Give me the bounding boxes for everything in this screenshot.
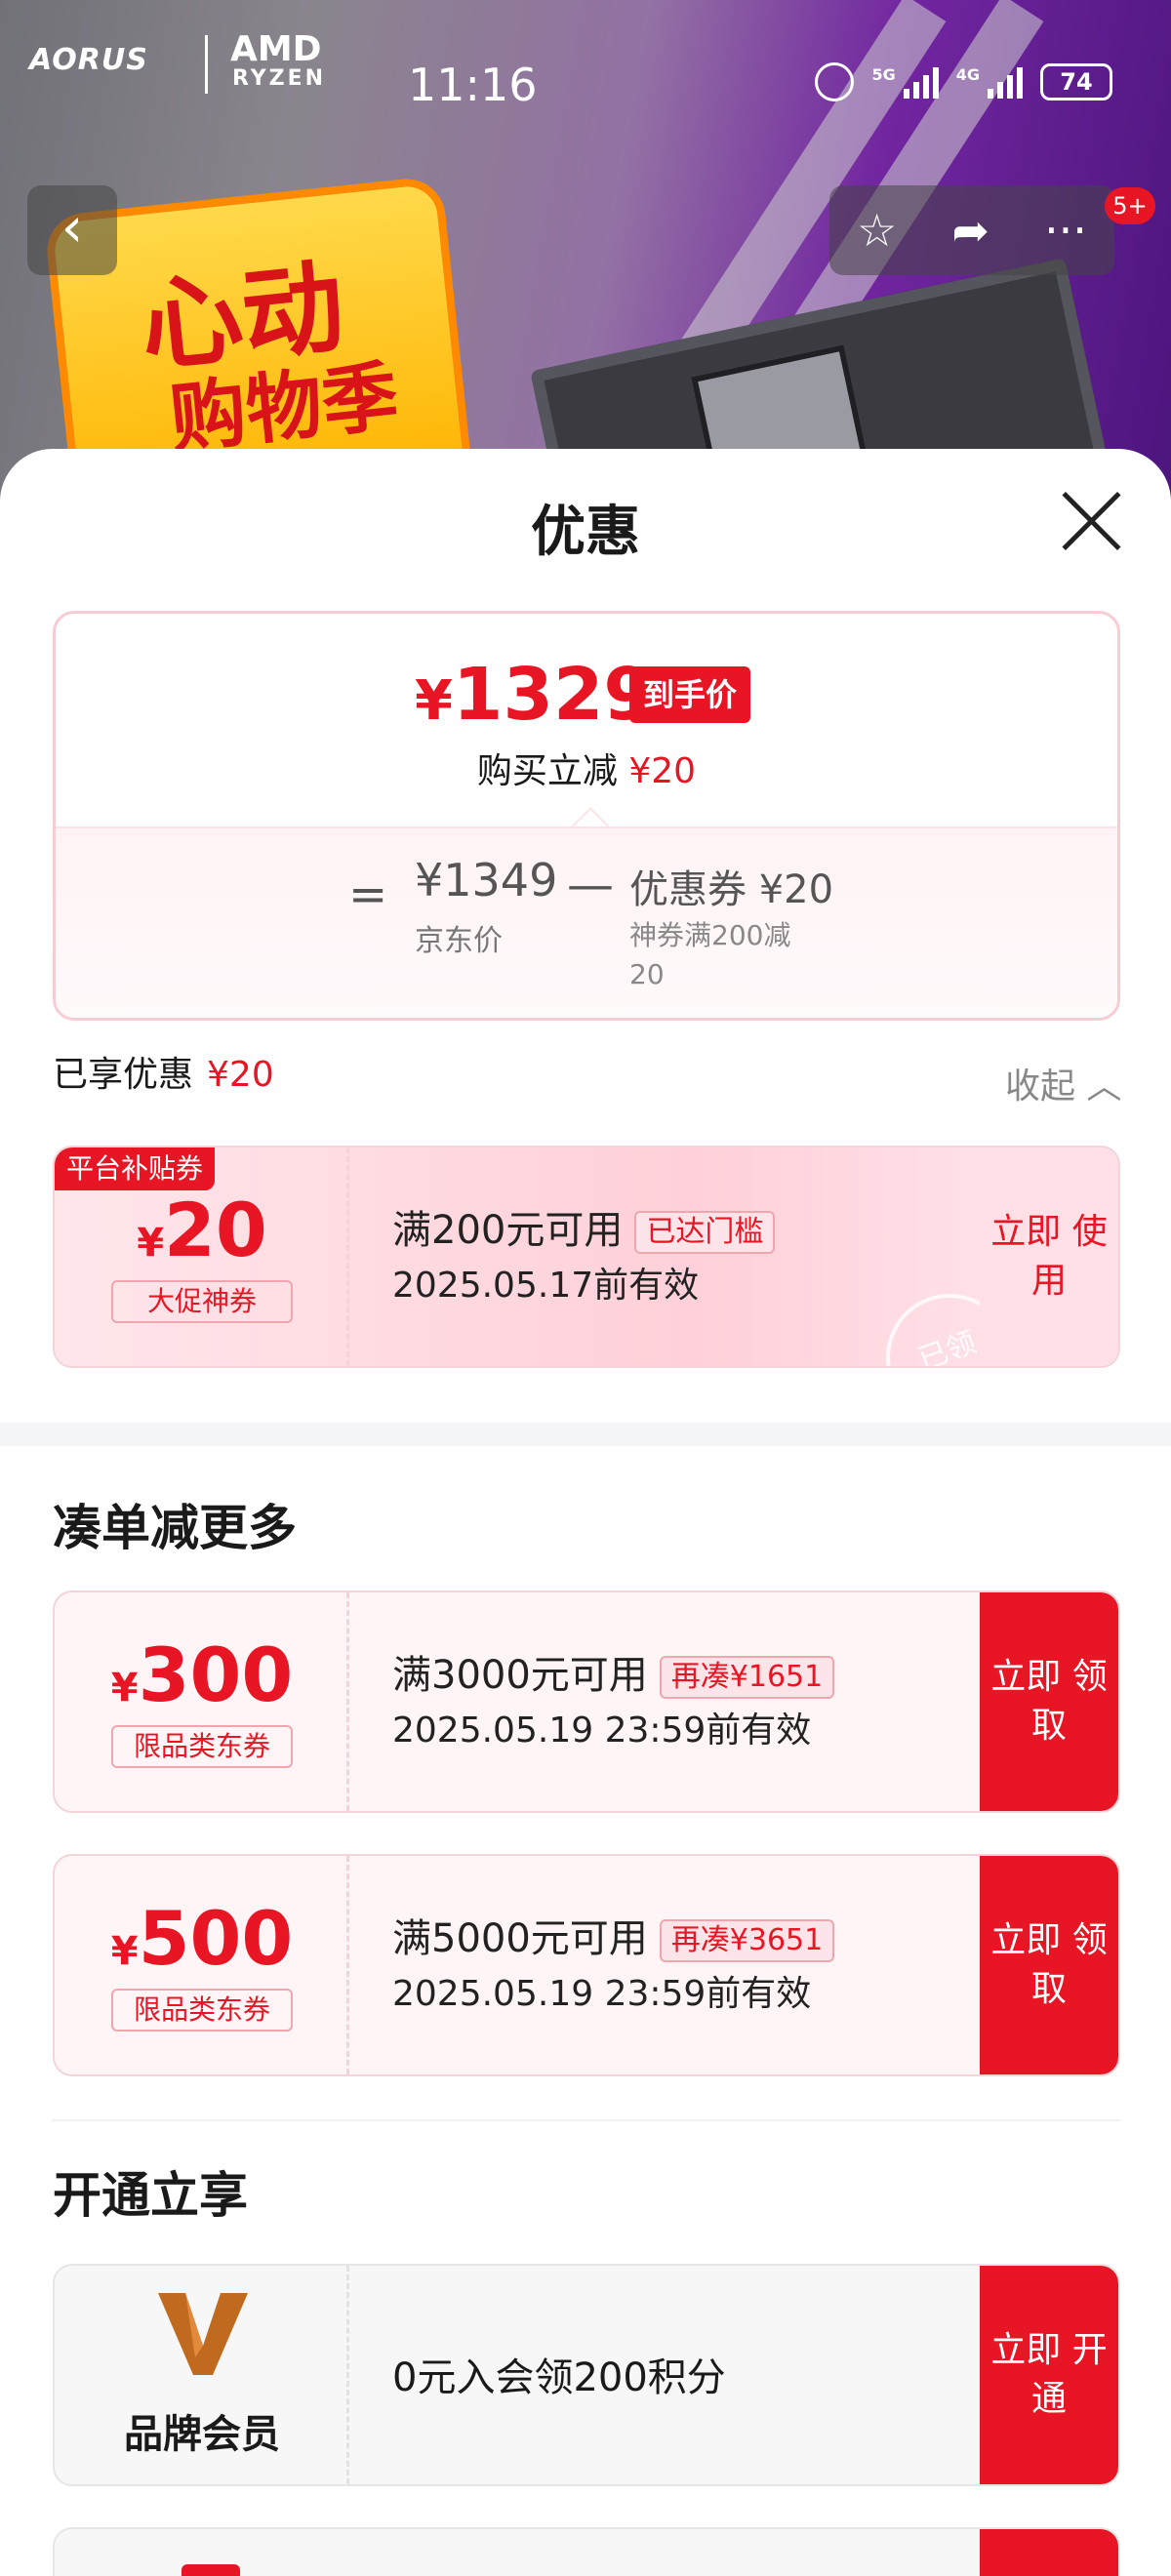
price-breakdown: = ¥1349 京东价 — 优惠券 ¥20 神券满200减20 [56,826,1117,1018]
coupon-validity: 2025.05.19 23:59前有效 [392,1711,812,1751]
coupon-amount: 优惠券 ¥20 [629,867,834,912]
enjoyed-discount: 已享优惠 ¥20 [53,1046,274,1097]
coupon-value: 20 [164,1187,267,1273]
final-price-currency: ¥ [415,669,453,733]
coupon-description: 神券满200减20 [629,919,791,990]
close-icon[interactable] [1056,486,1126,556]
next-benefit-card[interactable] [53,2527,1120,2576]
section-title-more: 凑单减更多 [53,1500,297,1556]
coupon-kind: 限品类东券 [111,1725,293,1768]
network-4g-label: 4G [955,65,980,84]
benefit-action-button[interactable] [980,2529,1118,2576]
status-bar: AORUS AMD RYZEN 11:16 5G 4G 74 [0,0,1171,166]
coupon-validity: 2025.05.19 23:59前有效 [392,1974,812,2014]
coupon-value: 300 [138,1631,294,1718]
back-button[interactable]: ‹ [27,185,117,275]
coupon-currency: ¥ [110,1929,139,1974]
network-5g-label: 5G [871,65,896,84]
benefit-icon [182,2564,240,2576]
coupon-amount: ¥500 [55,1895,349,1982]
reduce-prefix: 购买立减 [476,751,618,791]
sheet-title: 优惠 [531,501,640,564]
notification-badge: 5+ [1105,187,1155,224]
collapse-button[interactable]: 收起 ︿ [1005,1058,1121,1108]
coupon-gap-tag: 再凑¥1651 [659,1656,835,1699]
coupon-threshold-tag: 已达门槛 [634,1211,776,1254]
coupon-left: ¥300 限品类东券 [55,1592,349,1811]
coupon-left: ¥500 限品类东券 [55,1856,349,2074]
coupon-card[interactable]: ¥300 限品类东券 满3000元可用 再凑¥1651 2025.05.19 23… [53,1590,1120,1813]
top-action-group: ☆ ➦ ··· [829,185,1114,275]
system-icons: 5G 4G 74 [815,62,1112,101]
brand-logo-amd: AMD [230,29,322,69]
brand-member-card[interactable]: 品牌会员 0元入会领200积分 立即 开通 [53,2264,1120,2486]
share-icon[interactable]: ➦ [951,204,989,257]
clock: 11:16 [408,59,538,111]
brand-member-logo-icon [158,2293,248,2375]
price-summary-card: ¥1329 到手价 购买立减 ¥20 = ¥1349 京东价 — 优惠券 ¥20… [53,611,1120,1021]
alarm-icon [815,62,855,101]
claim-now-button[interactable]: 立即 领取 [980,1856,1118,2074]
coupon-value: 500 [138,1895,294,1982]
final-price: ¥1329 [415,653,654,737]
more-icon[interactable]: ··· [1044,204,1087,257]
coupon-condition-text: 满200元可用 [392,1208,624,1253]
reduce-amount: ¥20 [628,751,697,791]
owned-coupon[interactable]: ¥20 大促神券 平台补贴券 满200元可用 已达门槛 2025.05.17前有效… [53,1146,1120,1368]
brand-divider [205,35,208,94]
coupon-condition-text: 满3000元可用 [392,1653,648,1698]
section-title-open: 开通立享 [53,2167,248,2224]
coupon-kind: 限品类东券 [111,1989,293,2032]
brand-logo-ryzen: RYZEN [232,66,327,91]
coupon-condition: 满5000元可用 再凑¥3651 [392,1907,835,1963]
jd-price: ¥1349 [415,854,558,906]
member-left: 品牌会员 [55,2266,349,2484]
section-divider-line [53,2119,1120,2121]
open-now-button[interactable]: 立即 开通 [980,2266,1118,2484]
coupon-gap-tag: 再凑¥3651 [659,1919,835,1962]
price-summary-top: ¥1329 到手价 购买立减 ¥20 [56,614,1117,826]
chevron-left-icon: ‹ [61,196,84,260]
final-price-value: 1329 [452,653,654,737]
coupon-validity: 2025.05.17前有效 [392,1266,700,1306]
coupon-currency: ¥ [110,1666,139,1711]
coupon-ribbon: 平台补贴券 [55,1147,216,1190]
brand-logo-aorus: AORUS [29,43,148,77]
final-price-tag: 到手价 [629,666,751,723]
battery-icon: 74 [1040,63,1112,101]
coupon-kind: 大促神券 [111,1280,293,1323]
coupon-condition: 满200元可用 已达门槛 [392,1198,776,1255]
jd-price-label: 京东价 [415,924,503,958]
star-icon[interactable]: ☆ [857,204,897,257]
enjoyed-label: 已享优惠 [53,1055,194,1095]
signal-5g-icon: 5G [871,65,939,99]
member-name: 品牌会员 [124,2412,280,2457]
minus-sign: — [567,858,614,912]
coupon-condition: 满3000元可用 再凑¥1651 [392,1643,835,1700]
coupon-card[interactable]: ¥500 限品类东券 满5000元可用 再凑¥3651 2025.05.19 23… [53,1854,1120,2076]
purchase-reduce: 购买立减 ¥20 [56,743,1117,793]
use-now-button[interactable]: 立即 使用 [980,1147,1118,1366]
coupon-amount: ¥300 [55,1631,349,1718]
coupon-currency: ¥ [137,1221,165,1266]
enjoyed-amount: ¥20 [207,1055,274,1095]
equals-sign: = [348,867,388,922]
coupon-amount: ¥20 [55,1187,349,1273]
claim-now-button[interactable]: 立即 领取 [980,1592,1118,1811]
discount-sheet: 优惠 ¥1329 到手价 购买立减 ¥20 = ¥1349 京东价 — 优惠券 … [0,449,1171,2576]
coupon-condition-text: 满5000元可用 [392,1916,648,1961]
member-description: 0元入会领200积分 [392,2355,726,2400]
section-divider [0,1423,1171,1446]
signal-4g-icon: 4G [956,65,1023,99]
